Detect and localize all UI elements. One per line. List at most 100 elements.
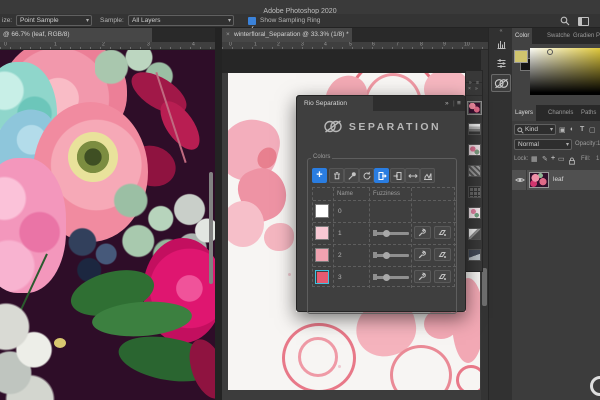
preview-shape	[264, 223, 294, 251]
color-swatch-0[interactable]	[315, 204, 329, 218]
workspace-switcher-icon[interactable]	[578, 17, 589, 26]
tab-swatches[interactable]: Swatche	[544, 28, 573, 44]
chevron-down-icon: ▾	[566, 141, 569, 148]
color-swatch-1[interactable]	[315, 226, 329, 240]
eraser-icon[interactable]	[434, 226, 451, 239]
titlebar: Adobe Photoshop 2020	[0, 0, 600, 14]
preview-thumbnail-floral-pattern[interactable]	[468, 102, 481, 114]
fuzziness-slider-3[interactable]	[373, 270, 409, 284]
lock-artboard-icon[interactable]: ▭	[558, 155, 565, 163]
type-layer-filter-icon[interactable]: T	[580, 126, 584, 133]
swap-icon[interactable]	[405, 168, 420, 183]
layer-row-leaf[interactable]: leaf	[512, 170, 600, 190]
rio-panel-tab-bar: Rio Separation » | ≡	[296, 95, 466, 111]
preview-shape	[456, 365, 480, 390]
leaf-document-canvas[interactable]	[0, 50, 215, 400]
sample-size-dropdown[interactable]: Point Sample ▾	[16, 15, 92, 26]
import-icon[interactable]	[390, 168, 405, 183]
refresh-icon[interactable]	[359, 168, 374, 183]
options-bar: ize: Point Sample ▾ Sample: All Layers ▾…	[0, 14, 600, 28]
eyedropper-icon[interactable]	[344, 168, 359, 183]
sample-size-label: ize:	[2, 17, 12, 24]
preview-thumbnail-floral-sketch[interactable]	[468, 144, 481, 156]
left-vertical-scrollbar[interactable]	[209, 172, 213, 284]
center-vertical-scrollbar[interactable]	[482, 268, 487, 306]
color-swatch-2[interactable]	[315, 248, 329, 262]
fill-label: Fill:	[581, 156, 590, 162]
dock-header: » ≡	[466, 71, 482, 83]
lock-transparency-icon[interactable]: ▦	[531, 155, 538, 163]
dock-tab-controls: × »	[466, 84, 482, 96]
eraser-icon[interactable]	[434, 248, 451, 261]
panel-menu-icon[interactable]: ≡	[457, 100, 461, 107]
search-icon	[517, 127, 524, 134]
properties-panel-icon[interactable]	[491, 55, 511, 71]
rio-panel-tab[interactable]: Rio Separation	[297, 96, 373, 112]
tab-leaf-document[interactable]: @ 66.7% (leaf, RGB/8)	[0, 28, 152, 42]
fill-value[interactable]: 1	[596, 156, 599, 162]
histogram-panel-icon[interactable]	[491, 36, 511, 52]
artwork-shape	[0, 298, 58, 400]
color-name-0: 0	[338, 208, 342, 215]
layer-filter-dropdown[interactable]: Kind ▾	[514, 124, 556, 135]
search-icon[interactable]	[560, 16, 570, 26]
export-icon[interactable]	[374, 168, 389, 183]
wrench-icon[interactable]	[414, 248, 431, 261]
tab-layers[interactable]: Layers	[512, 105, 536, 121]
colors-group-label: Colors	[311, 154, 332, 160]
tab-patterns[interactable]: Patter	[593, 28, 600, 44]
document-separator	[215, 28, 222, 400]
histogram-icon[interactable]	[420, 168, 435, 183]
fuzziness-slider-1[interactable]	[373, 226, 409, 240]
wrench-icon[interactable]	[414, 270, 431, 283]
wrench-icon[interactable]	[414, 226, 431, 239]
color-panel-body	[512, 44, 600, 105]
slider-thumb[interactable]	[383, 274, 390, 281]
fuzziness-column-header: Fuzziness	[373, 191, 400, 197]
preview-thumbnail-brush-knife[interactable]	[468, 228, 481, 240]
tab-winterfloral-document[interactable]: × winterfloral_Separation @ 33.3% (1/8) …	[222, 28, 352, 42]
separation-title: SEPARATION	[349, 121, 441, 133]
collapse-panel-icon[interactable]: »	[475, 86, 478, 92]
foreground-color-chip[interactable]	[514, 50, 528, 63]
lock-position-icon[interactable]: +	[551, 155, 555, 162]
blend-mode-dropdown[interactable]: Normal ▾	[514, 139, 572, 150]
chevron-down-icon: ▾	[86, 17, 89, 24]
lock-all-icon[interactable]	[568, 157, 576, 165]
color-picker-marker[interactable]	[547, 49, 553, 55]
close-icon[interactable]: ×	[226, 31, 230, 38]
left-ruler: 0 1 2 3 4	[0, 42, 215, 50]
slider-thumb[interactable]	[383, 252, 390, 259]
lock-pixels-icon[interactable]: ✎	[542, 155, 548, 163]
preview-thumbnail-photo[interactable]	[468, 249, 481, 261]
preview-thumbnail-floral-light[interactable]	[468, 207, 481, 219]
collapse-rail-icon[interactable]: «	[489, 28, 513, 34]
separation-header: SEPARATION	[297, 119, 467, 134]
preview-thumbnail-halftone[interactable]	[468, 165, 481, 177]
add-color-button[interactable]: +	[312, 168, 327, 183]
color-picker-field[interactable]	[530, 48, 600, 95]
tab-color[interactable]: Color	[512, 28, 532, 44]
show-sampling-ring-checkbox[interactable]: ✓	[248, 17, 256, 25]
separation-panel-icon[interactable]	[491, 74, 511, 92]
visibility-eye-icon[interactable]	[515, 176, 525, 184]
delete-icon[interactable]	[329, 168, 344, 183]
preview-thumbnail-gradient-ramp[interactable]	[468, 123, 481, 135]
adjustment-layer-filter-icon[interactable]: ◐	[570, 126, 574, 133]
tab-paths[interactable]: Paths	[578, 105, 599, 121]
layers-panel-tabs: Layers Channels Paths	[512, 105, 600, 121]
shape-layer-filter-icon[interactable]: ▢	[589, 126, 596, 134]
pixel-layer-filter-icon[interactable]: ▣	[559, 126, 566, 134]
sample-dropdown[interactable]: All Layers ▾	[128, 15, 234, 26]
slider-thumb[interactable]	[383, 230, 390, 237]
tab-channels[interactable]: Channels	[545, 105, 576, 121]
fuzziness-slider-2[interactable]	[373, 248, 409, 262]
close-icon[interactable]: ×	[468, 86, 471, 92]
eraser-icon[interactable]	[434, 270, 451, 283]
collapse-panel-icon[interactable]: »	[445, 100, 449, 107]
rio-panel-body: SEPARATION Colors +	[296, 111, 466, 312]
layer-thumbnail[interactable]	[529, 172, 549, 188]
color-panel-tabs: Color Swatche Gradien Patter	[512, 28, 600, 44]
layers-panel-body: Kind ▾ ▣ ◐ T ▢ Normal ▾ Opacity: 1 Lock:…	[512, 121, 600, 400]
preview-thumbnail-grid[interactable]	[468, 186, 481, 198]
